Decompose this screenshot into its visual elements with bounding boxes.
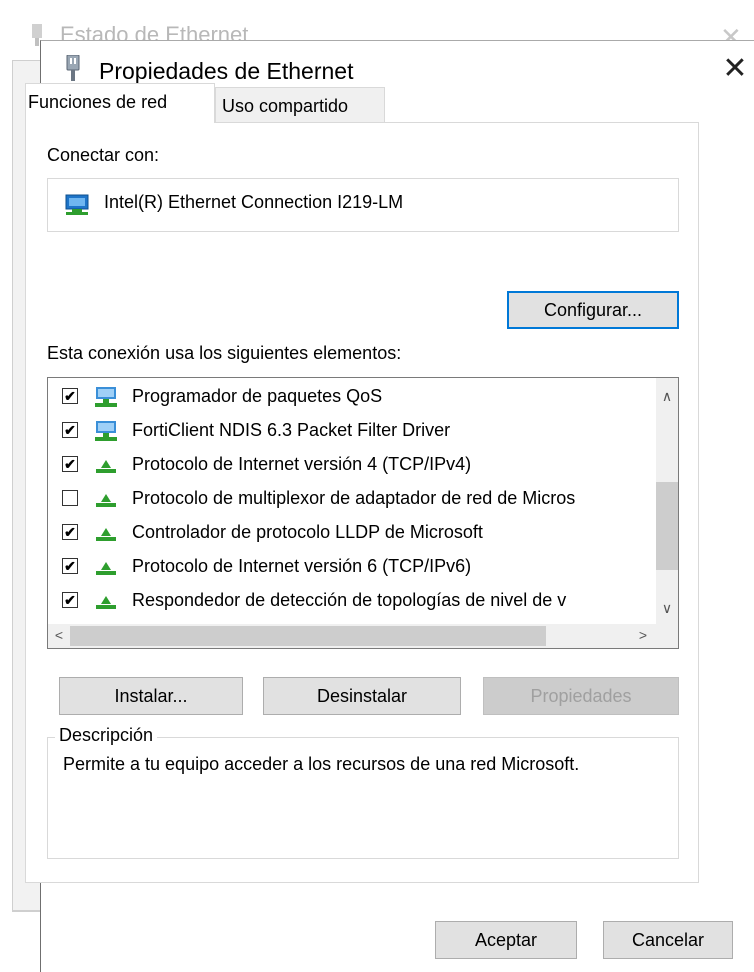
uninstall-button[interactable]: Desinstalar — [263, 677, 461, 715]
install-button[interactable]: Instalar... — [59, 677, 243, 715]
tab-uso-compartido[interactable]: Uso compartido — [215, 87, 385, 123]
checkbox[interactable] — [62, 490, 78, 506]
component-label: Protocolo de multiplexor de adaptador de… — [132, 488, 576, 508]
component-label: Protocolo de Internet versión 4 (TCP/IPv… — [132, 454, 472, 474]
connect-with-label: Conectar con: — [47, 145, 160, 165]
vertical-scrollbar[interactable]: ∧ ∨ — [656, 378, 678, 624]
protocol-icon — [96, 596, 116, 609]
elements-label: Esta conexión usa los siguientes element… — [47, 343, 402, 363]
scroll-left-icon[interactable]: < — [48, 627, 70, 643]
scroll-right-icon[interactable]: > — [632, 627, 654, 643]
protocol-icon — [96, 528, 116, 541]
checkbox[interactable]: ✔ — [62, 422, 78, 438]
tab-funciones-de-red[interactable]: Funciones de red — [25, 83, 215, 123]
description-legend: Descripción — [55, 725, 158, 746]
component-label: Programador de paquetes QoS — [132, 386, 383, 406]
tab-label: Uso compartido — [222, 96, 349, 116]
network-adapter-icon — [65, 194, 89, 215]
checkbox[interactable]: ✔ — [62, 592, 78, 608]
list-item[interactable]: ✔ Protocolo de Internet versión 6 (TCP/I… — [48, 550, 658, 584]
properties-button: Propiedades — [483, 677, 679, 715]
horizontal-scroll-thumb[interactable] — [70, 626, 546, 646]
list-item[interactable]: Protocolo de multiplexor de adaptador de… — [48, 482, 658, 516]
adapter-field: Intel(R) Ethernet Connection I219-LM — [47, 178, 679, 232]
network-service-icon — [95, 421, 117, 441]
ethernet-plug-icon — [66, 55, 80, 81]
scroll-down-icon[interactable]: ∨ — [656, 600, 678, 617]
protocol-icon — [96, 494, 116, 507]
ok-button[interactable]: Aceptar — [435, 921, 577, 959]
description-text: Permite a tu equipo acceder a los recurs… — [63, 754, 580, 774]
checkbox[interactable]: ✔ — [62, 524, 78, 540]
protocol-icon — [96, 460, 116, 473]
close-icon[interactable]: ✕ — [717, 51, 753, 87]
horizontal-scrollbar[interactable]: < > — [48, 624, 656, 648]
scroll-up-icon[interactable]: ∧ — [656, 388, 678, 405]
component-label: Controlador de protocolo LLDP de Microso… — [132, 522, 483, 542]
background-window-bottom — [12, 910, 42, 911]
list-item[interactable]: ✔ FortiClient NDIS 6.3 Packet Filter Dri… — [48, 414, 658, 448]
component-label: FortiClient NDIS 6.3 Packet Filter Drive… — [132, 420, 451, 440]
list-item[interactable]: ✔ Protocolo de Internet versión 4 (TCP/I… — [48, 448, 658, 482]
network-service-icon — [95, 387, 117, 407]
tab-label: Funciones de red — [28, 92, 168, 112]
ethernet-properties-dialog: Propiedades de Ethernet ✕ Funciones de r… — [25, 40, 754, 972]
list-item[interactable]: ✔ Respondedor de detección de topologías… — [48, 584, 658, 618]
protocol-icon — [96, 562, 116, 575]
components-list[interactable]: ✔ Programador de paquetes QoS ✔ FortiCli… — [47, 377, 679, 649]
checkbox[interactable]: ✔ — [62, 558, 78, 574]
checkbox[interactable]: ✔ — [62, 388, 78, 404]
configure-button[interactable]: Configurar... — [507, 291, 679, 329]
dialog-title: Propiedades de Ethernet — [99, 58, 354, 84]
adapter-name: Intel(R) Ethernet Connection I219-LM — [104, 192, 404, 212]
component-label: Protocolo de Internet versión 6 (TCP/IPv… — [132, 556, 472, 576]
checkbox[interactable]: ✔ — [62, 456, 78, 472]
list-item[interactable]: ✔ Programador de paquetes QoS — [48, 380, 658, 414]
scrollbar-corner — [656, 624, 678, 648]
list-item[interactable]: ✔ Controlador de protocolo LLDP de Micro… — [48, 516, 658, 550]
cancel-button[interactable]: Cancelar — [603, 921, 733, 959]
vertical-scroll-thumb[interactable] — [656, 482, 678, 570]
component-label: Respondedor de detección de topologías d… — [132, 590, 567, 610]
